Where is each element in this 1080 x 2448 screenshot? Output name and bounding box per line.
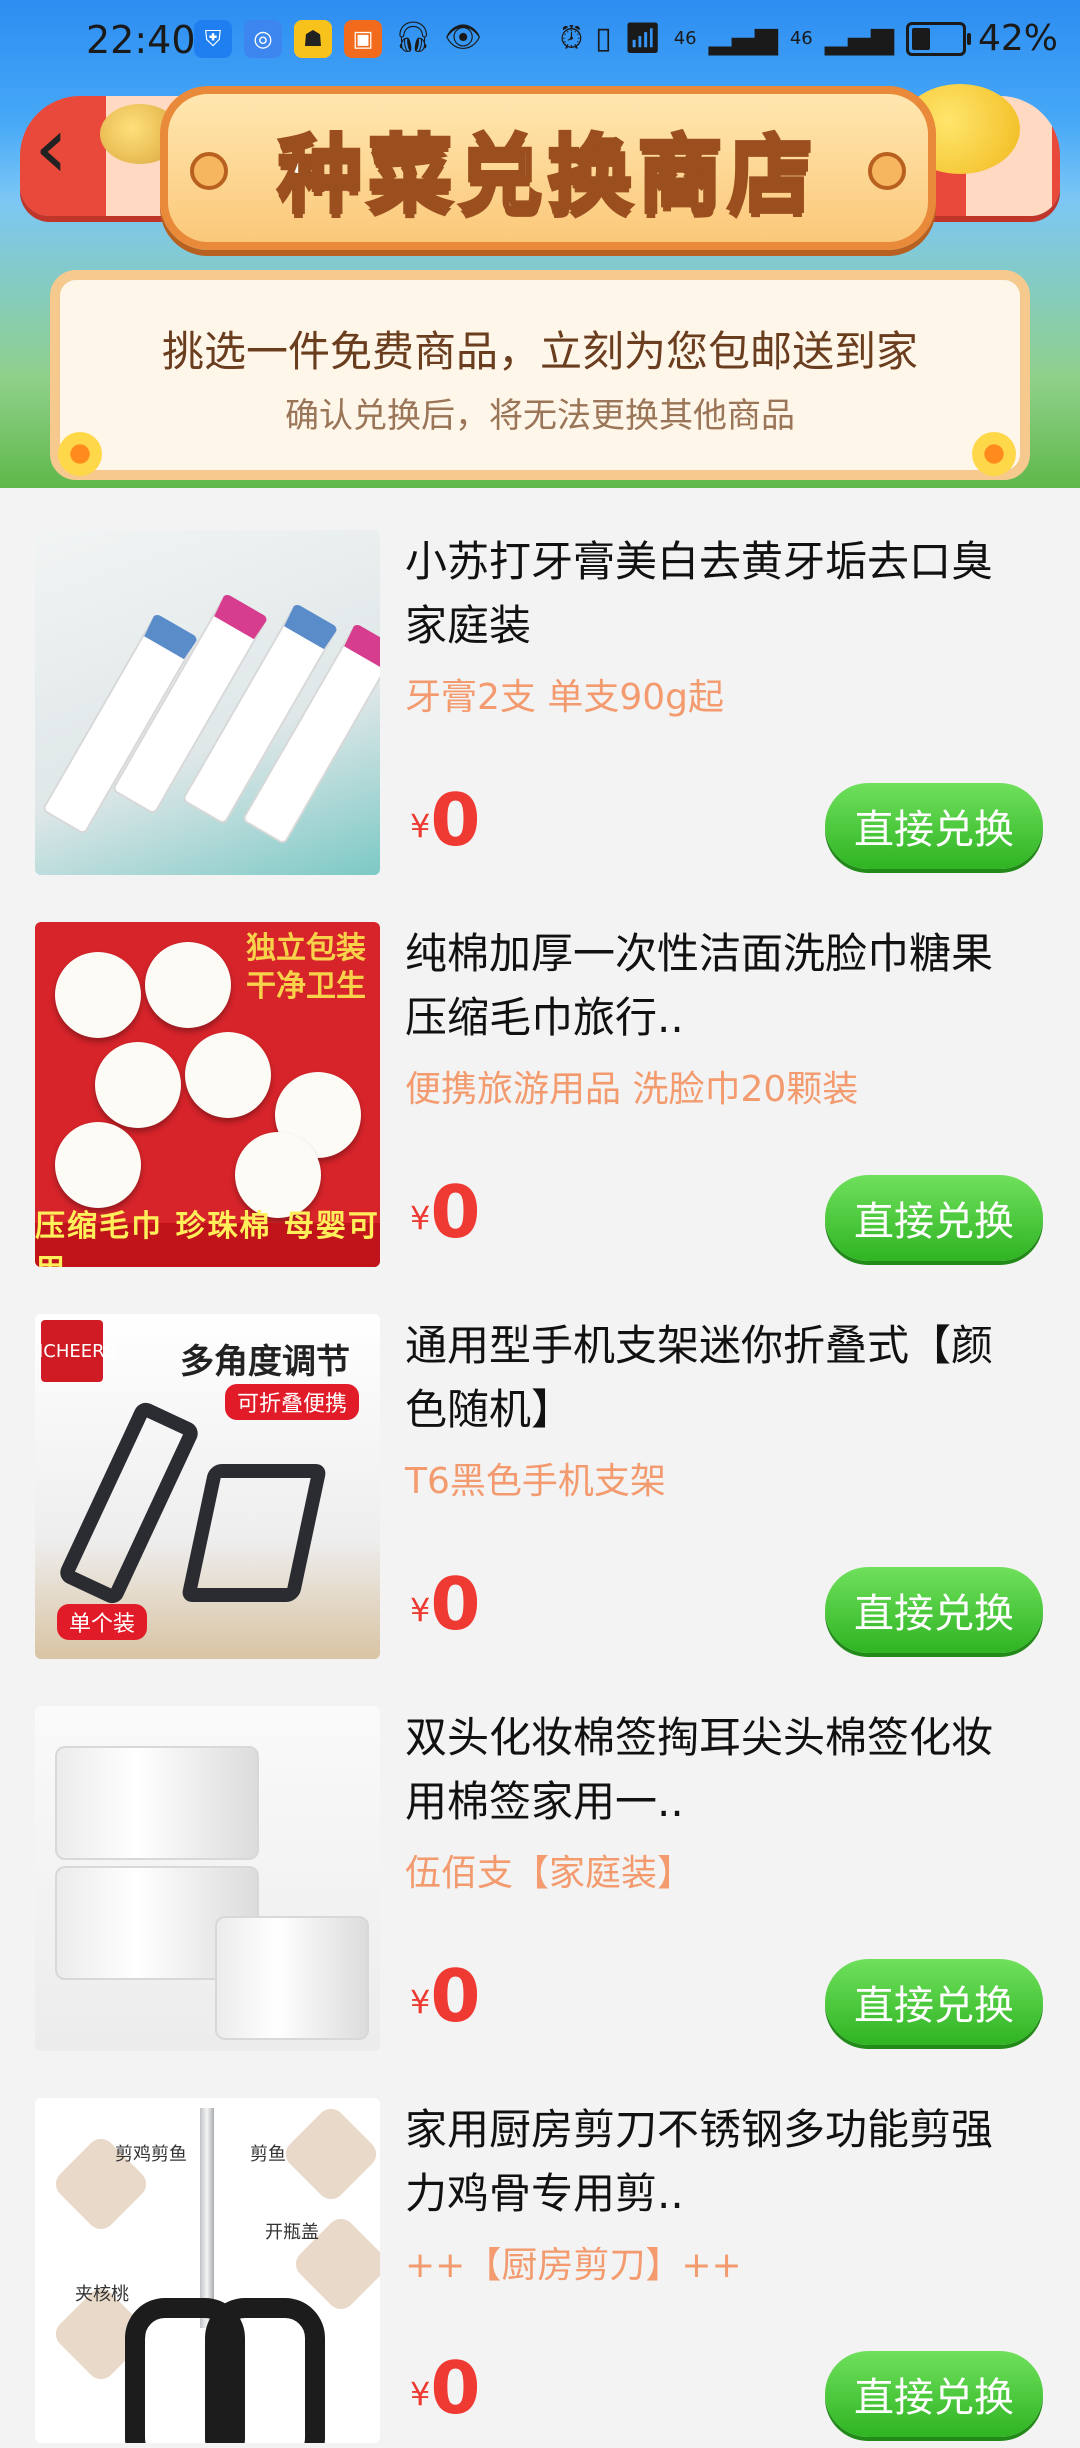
- redeem-button[interactable]: 直接兑换: [825, 2351, 1043, 2437]
- back-arrow-icon: ‹: [34, 98, 69, 198]
- redeem-button[interactable]: 直接兑换: [825, 783, 1043, 869]
- product-title[interactable]: 小苏打牙膏美白去黄牙垢去口臭家庭装: [405, 530, 1025, 658]
- price-symbol: ¥: [410, 807, 431, 845]
- price-symbol: ¥: [410, 2375, 431, 2413]
- battery-percent: 42%: [977, 18, 1058, 59]
- shop-sign: 种菜兑换商店: [160, 86, 936, 250]
- signal-icon: ▂▄▆: [708, 21, 778, 56]
- phone-shape: [56, 1398, 202, 1608]
- back-button[interactable]: ‹: [34, 105, 94, 191]
- shield-app-icon: ⛨: [194, 20, 232, 58]
- image-tag-line2: 干净卫生: [246, 969, 366, 1004]
- image-ribbon: 压缩毛巾 珍珠棉 母婴可用: [35, 1209, 380, 1267]
- price-symbol: ¥: [410, 1591, 431, 1629]
- flower-icon: [58, 432, 102, 476]
- towel-piece: [55, 1122, 141, 1208]
- eye-icon: 👁︎: [444, 20, 483, 55]
- product-title[interactable]: 家用厨房剪刀不锈钢多功能剪强力鸡骨专用剪..: [405, 2098, 1025, 2226]
- towel-piece: [145, 942, 231, 1028]
- image-badge-bottom: 单个装: [57, 1604, 148, 1640]
- price-value: 0: [430, 2346, 481, 2430]
- towel-piece: [185, 1032, 271, 1118]
- product-item[interactable]: 剪鸡剪鱼 剪鱼 开瓶盖 夹核桃 家用厨房剪刀不锈钢多功能剪强力鸡骨专用剪.. +…: [0, 2056, 1080, 2448]
- game-app-icon: ☗: [294, 20, 332, 58]
- redeem-button[interactable]: 直接兑换: [825, 1959, 1043, 2045]
- notification-icons: ⛨ ◎ ☗ ▣ 🎧︎ 👁︎: [194, 20, 482, 58]
- product-item[interactable]: 双头化妆棉签掏耳尖头棉签化妆用棉签家用一.. 伍佰支【家庭装】 ¥0 直接兑换: [0, 1664, 1080, 2056]
- notice-main-text: 挑选一件免费商品，立刻为您包邮送到家: [161, 327, 918, 376]
- page-title: 种菜兑换商店: [276, 124, 818, 226]
- flower-icon: [972, 432, 1016, 476]
- alarm-icon: ⏰︎: [559, 21, 584, 56]
- browser-app-icon: ◎: [244, 20, 282, 58]
- product-image-phone-stand[interactable]: LICHEERS 多角度调节 可折叠便携 单个装: [35, 1314, 380, 1659]
- image-tag-line1: 独立包装: [246, 931, 366, 966]
- battery-fill: [911, 27, 930, 50]
- brand-logo: LICHEERS: [35, 1320, 116, 1382]
- sign-bolt-left: [190, 152, 228, 190]
- product-image-toothpaste[interactable]: [35, 530, 380, 875]
- sign-bolt-right: [868, 152, 906, 190]
- product-price: ¥0: [410, 1562, 480, 1646]
- product-spec: ++【厨房剪刀】++: [405, 2245, 742, 2286]
- redeem-button[interactable]: 直接兑换: [825, 1175, 1043, 1261]
- product-item[interactable]: 独立包装 干净卫生 压缩毛巾 珍珠棉 母婴可用 纯棉加厚一次性洁面洗脸巾糖果压缩…: [0, 880, 1080, 1272]
- towel-piece: [95, 1042, 181, 1128]
- price-value: 0: [430, 1954, 481, 2038]
- product-image-scissors[interactable]: 剪鸡剪鱼 剪鱼 开瓶盖 夹核桃: [35, 2098, 380, 2443]
- product-image-cotton-swabs[interactable]: [35, 1706, 380, 2051]
- system-icons: ⏰︎ ▯ 📶︎ 46 ▂▄▆ 46 ▂▄▆ 42%: [560, 18, 1058, 59]
- product-spec: 伍佰支【家庭装】: [405, 1853, 694, 1894]
- price-symbol: ¥: [410, 1199, 431, 1237]
- product-image-towel[interactable]: 独立包装 干净卫生 压缩毛巾 珍珠棉 母婴可用: [35, 922, 380, 1267]
- redeem-button[interactable]: 直接兑换: [825, 1567, 1043, 1653]
- feature-label: 剪鸡剪鱼: [115, 2144, 187, 2165]
- product-title[interactable]: 纯棉加厚一次性洁面洗脸巾糖果压缩毛巾旅行..: [405, 922, 1025, 1050]
- status-bar: 22:40 ⛨ ◎ ☗ ▣ 🎧︎ 👁︎ ⏰︎ ▯ 📶︎ 46 ▂▄▆ 46 ▂▄…: [0, 0, 1080, 84]
- price-symbol: ¥: [410, 1983, 431, 2021]
- notice-sub-text: 确认兑换后，将无法更换其他商品: [285, 396, 795, 436]
- feature-label: 开瓶盖: [265, 2222, 319, 2243]
- towel-piece: [55, 952, 141, 1038]
- feature-label: 剪鱼: [250, 2144, 286, 2165]
- feature-thumb: [280, 2103, 380, 2205]
- battery-icon: [905, 21, 971, 56]
- swab-container: [55, 1746, 259, 1860]
- price-value: 0: [430, 1170, 481, 1254]
- network-label-1: 46: [673, 28, 697, 49]
- product-title[interactable]: 双头化妆棉签掏耳尖头棉签化妆用棉签家用一..: [405, 1706, 1025, 1834]
- signal-icon-2: ▂▄▆: [824, 21, 894, 56]
- price-value: 0: [430, 1562, 481, 1646]
- header-banner: 22:40 ⛨ ◎ ☗ ▣ 🎧︎ 👁︎ ⏰︎ ▯ 📶︎ 46 ▂▄▆ 46 ▂▄…: [0, 0, 1080, 488]
- shop-app-icon: ▣: [344, 20, 382, 58]
- image-tag: 独立包装 干净卫生: [246, 930, 366, 1006]
- scissor-handle: [205, 2298, 325, 2443]
- product-price: ¥0: [410, 1170, 480, 1254]
- product-title[interactable]: 通用型手机支架迷你折叠式【颜色随机】: [405, 1314, 1025, 1442]
- image-headline: 多角度调节: [180, 1342, 350, 1382]
- stand-shape: [180, 1464, 328, 1602]
- wifi-icon: 📶︎: [623, 21, 662, 56]
- network-label-2: 46: [789, 28, 813, 49]
- feature-label: 夹核桃: [75, 2284, 129, 2305]
- headphones-icon: 🎧︎: [394, 20, 433, 55]
- scissor-blade: [200, 2108, 214, 2328]
- vibrate-icon: ▯: [595, 21, 612, 56]
- product-price: ¥0: [410, 1954, 480, 2038]
- product-spec: 牙膏2支 单支90g起: [405, 677, 725, 718]
- swab-box: [215, 1916, 369, 2040]
- price-value: 0: [430, 778, 481, 862]
- status-time: 22:40: [86, 18, 196, 62]
- product-spec: T6黑色手机支架: [405, 1461, 666, 1502]
- image-badge-top: 可折叠便携: [225, 1384, 360, 1420]
- product-item[interactable]: 小苏打牙膏美白去黄牙垢去口臭家庭装 牙膏2支 单支90g起 ¥0 直接兑换: [0, 488, 1080, 880]
- product-price: ¥0: [410, 2346, 480, 2430]
- notice-board: 挑选一件免费商品，立刻为您包邮送到家 确认兑换后，将无法更换其他商品: [50, 270, 1030, 480]
- product-item[interactable]: LICHEERS 多角度调节 可折叠便携 单个装 通用型手机支架迷你折叠式【颜色…: [0, 1272, 1080, 1664]
- product-price: ¥0: [410, 778, 480, 862]
- product-spec: 便携旅游用品 洗脸巾20颗装: [405, 1069, 859, 1110]
